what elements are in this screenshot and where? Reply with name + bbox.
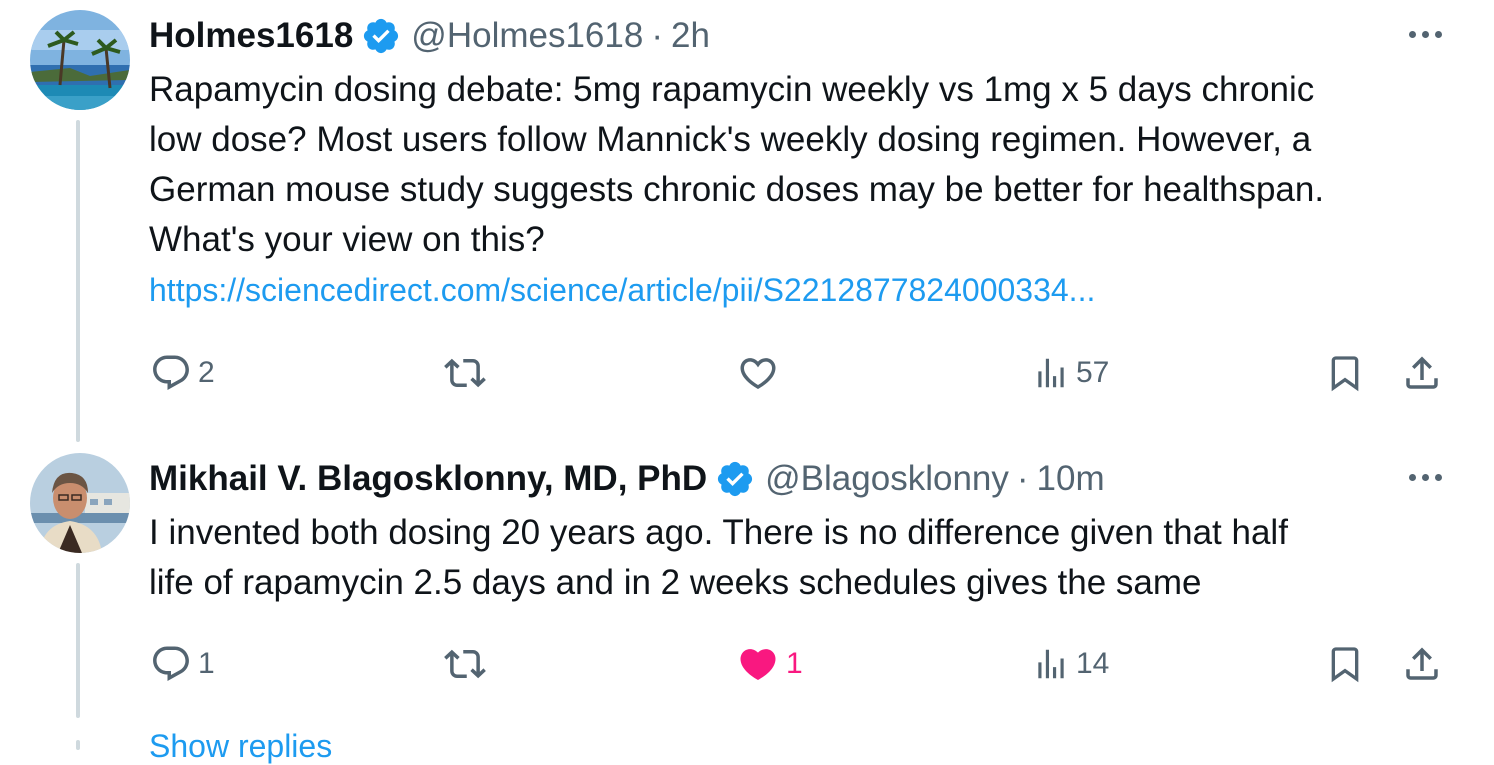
author-name[interactable]: Holmes1618 [149, 16, 353, 56]
like-button[interactable] [736, 352, 780, 394]
tweet-text-line: I invented both dosing 20 years ago. The… [149, 513, 1288, 552]
like-count: 1 [786, 647, 803, 680]
timestamp[interactable]: 2h [671, 16, 710, 56]
bookmark-button[interactable] [1325, 352, 1365, 394]
tweet-header: Holmes1618 @Holmes1618 · 2h [149, 14, 710, 58]
reply-count: 2 [198, 356, 215, 389]
author-handle[interactable]: @Blagosklonny [765, 459, 1009, 499]
share-upload-icon [1406, 647, 1438, 680]
more-options-icon[interactable] [1409, 31, 1442, 38]
timestamp[interactable]: 10m [1037, 459, 1105, 499]
heart-filled-icon [740, 649, 776, 681]
beach-palm-avatar-icon [30, 10, 130, 110]
heart-outline-icon [740, 358, 776, 390]
views-count: 14 [1076, 647, 1110, 680]
reply-count: 1 [198, 647, 215, 680]
separator-dot: · [1016, 459, 1029, 498]
retweet-button[interactable] [442, 352, 488, 394]
reply-icon [153, 646, 189, 681]
action-bar: 1 1 14 [0, 638, 1494, 688]
separator-dot: · [651, 16, 663, 55]
views-chart-icon [1038, 649, 1064, 679]
retweet-icon [444, 358, 486, 388]
views-count: 57 [1076, 356, 1110, 389]
reply-icon [153, 355, 189, 390]
avatar-blagosklonny[interactable] [30, 453, 130, 553]
reply-button[interactable]: 2 [150, 352, 215, 394]
share-button[interactable] [1401, 352, 1443, 394]
more-options-icon[interactable] [1409, 474, 1442, 481]
tweet-text: I invented both dosing 20 years ago. The… [149, 508, 1469, 608]
bookmark-button[interactable] [1325, 643, 1365, 685]
thread-line-continuation [76, 740, 80, 750]
tweet-text-line: What's your view on this? [149, 220, 545, 259]
tweet-text: Rapamycin dosing debate: 5mg rapamycin w… [149, 65, 1469, 265]
verified-badge-icon [718, 461, 753, 497]
bookmark-icon [1331, 356, 1359, 392]
tweet-header: Mikhail V. Blagosklonny, MD, PhD @Blagos… [149, 457, 1105, 501]
article-link[interactable]: https://sciencedirect.com/science/articl… [149, 272, 1095, 309]
views-chart-icon [1038, 358, 1064, 388]
bookmark-icon [1331, 647, 1359, 683]
share-button[interactable] [1401, 643, 1443, 685]
views-button[interactable]: 14 [1032, 643, 1109, 685]
show-replies-link[interactable]: Show replies [149, 728, 332, 765]
share-upload-icon [1406, 356, 1438, 389]
tweet-text-line: German mouse study suggests chronic dose… [149, 170, 1325, 209]
man-portrait-avatar-icon [30, 453, 130, 553]
action-bar: 2 57 [0, 347, 1494, 397]
reply-button[interactable]: 1 [150, 643, 215, 685]
views-button[interactable]: 57 [1032, 352, 1109, 394]
verified-badge-icon [364, 18, 399, 54]
tweet-text-line: low dose? Most users follow Mannick's we… [149, 120, 1312, 159]
avatar-holmes[interactable] [30, 10, 130, 110]
author-name[interactable]: Mikhail V. Blagosklonny, MD, PhD [149, 459, 707, 499]
tweet-text-line: life of rapamycin 2.5 days and in 2 week… [149, 563, 1202, 602]
retweet-button[interactable] [442, 643, 488, 685]
author-handle[interactable]: @Holmes1618 [411, 16, 643, 56]
tweet-text-line: Rapamycin dosing debate: 5mg rapamycin w… [149, 70, 1315, 109]
like-button[interactable]: 1 [736, 643, 803, 685]
retweet-icon [444, 649, 486, 679]
